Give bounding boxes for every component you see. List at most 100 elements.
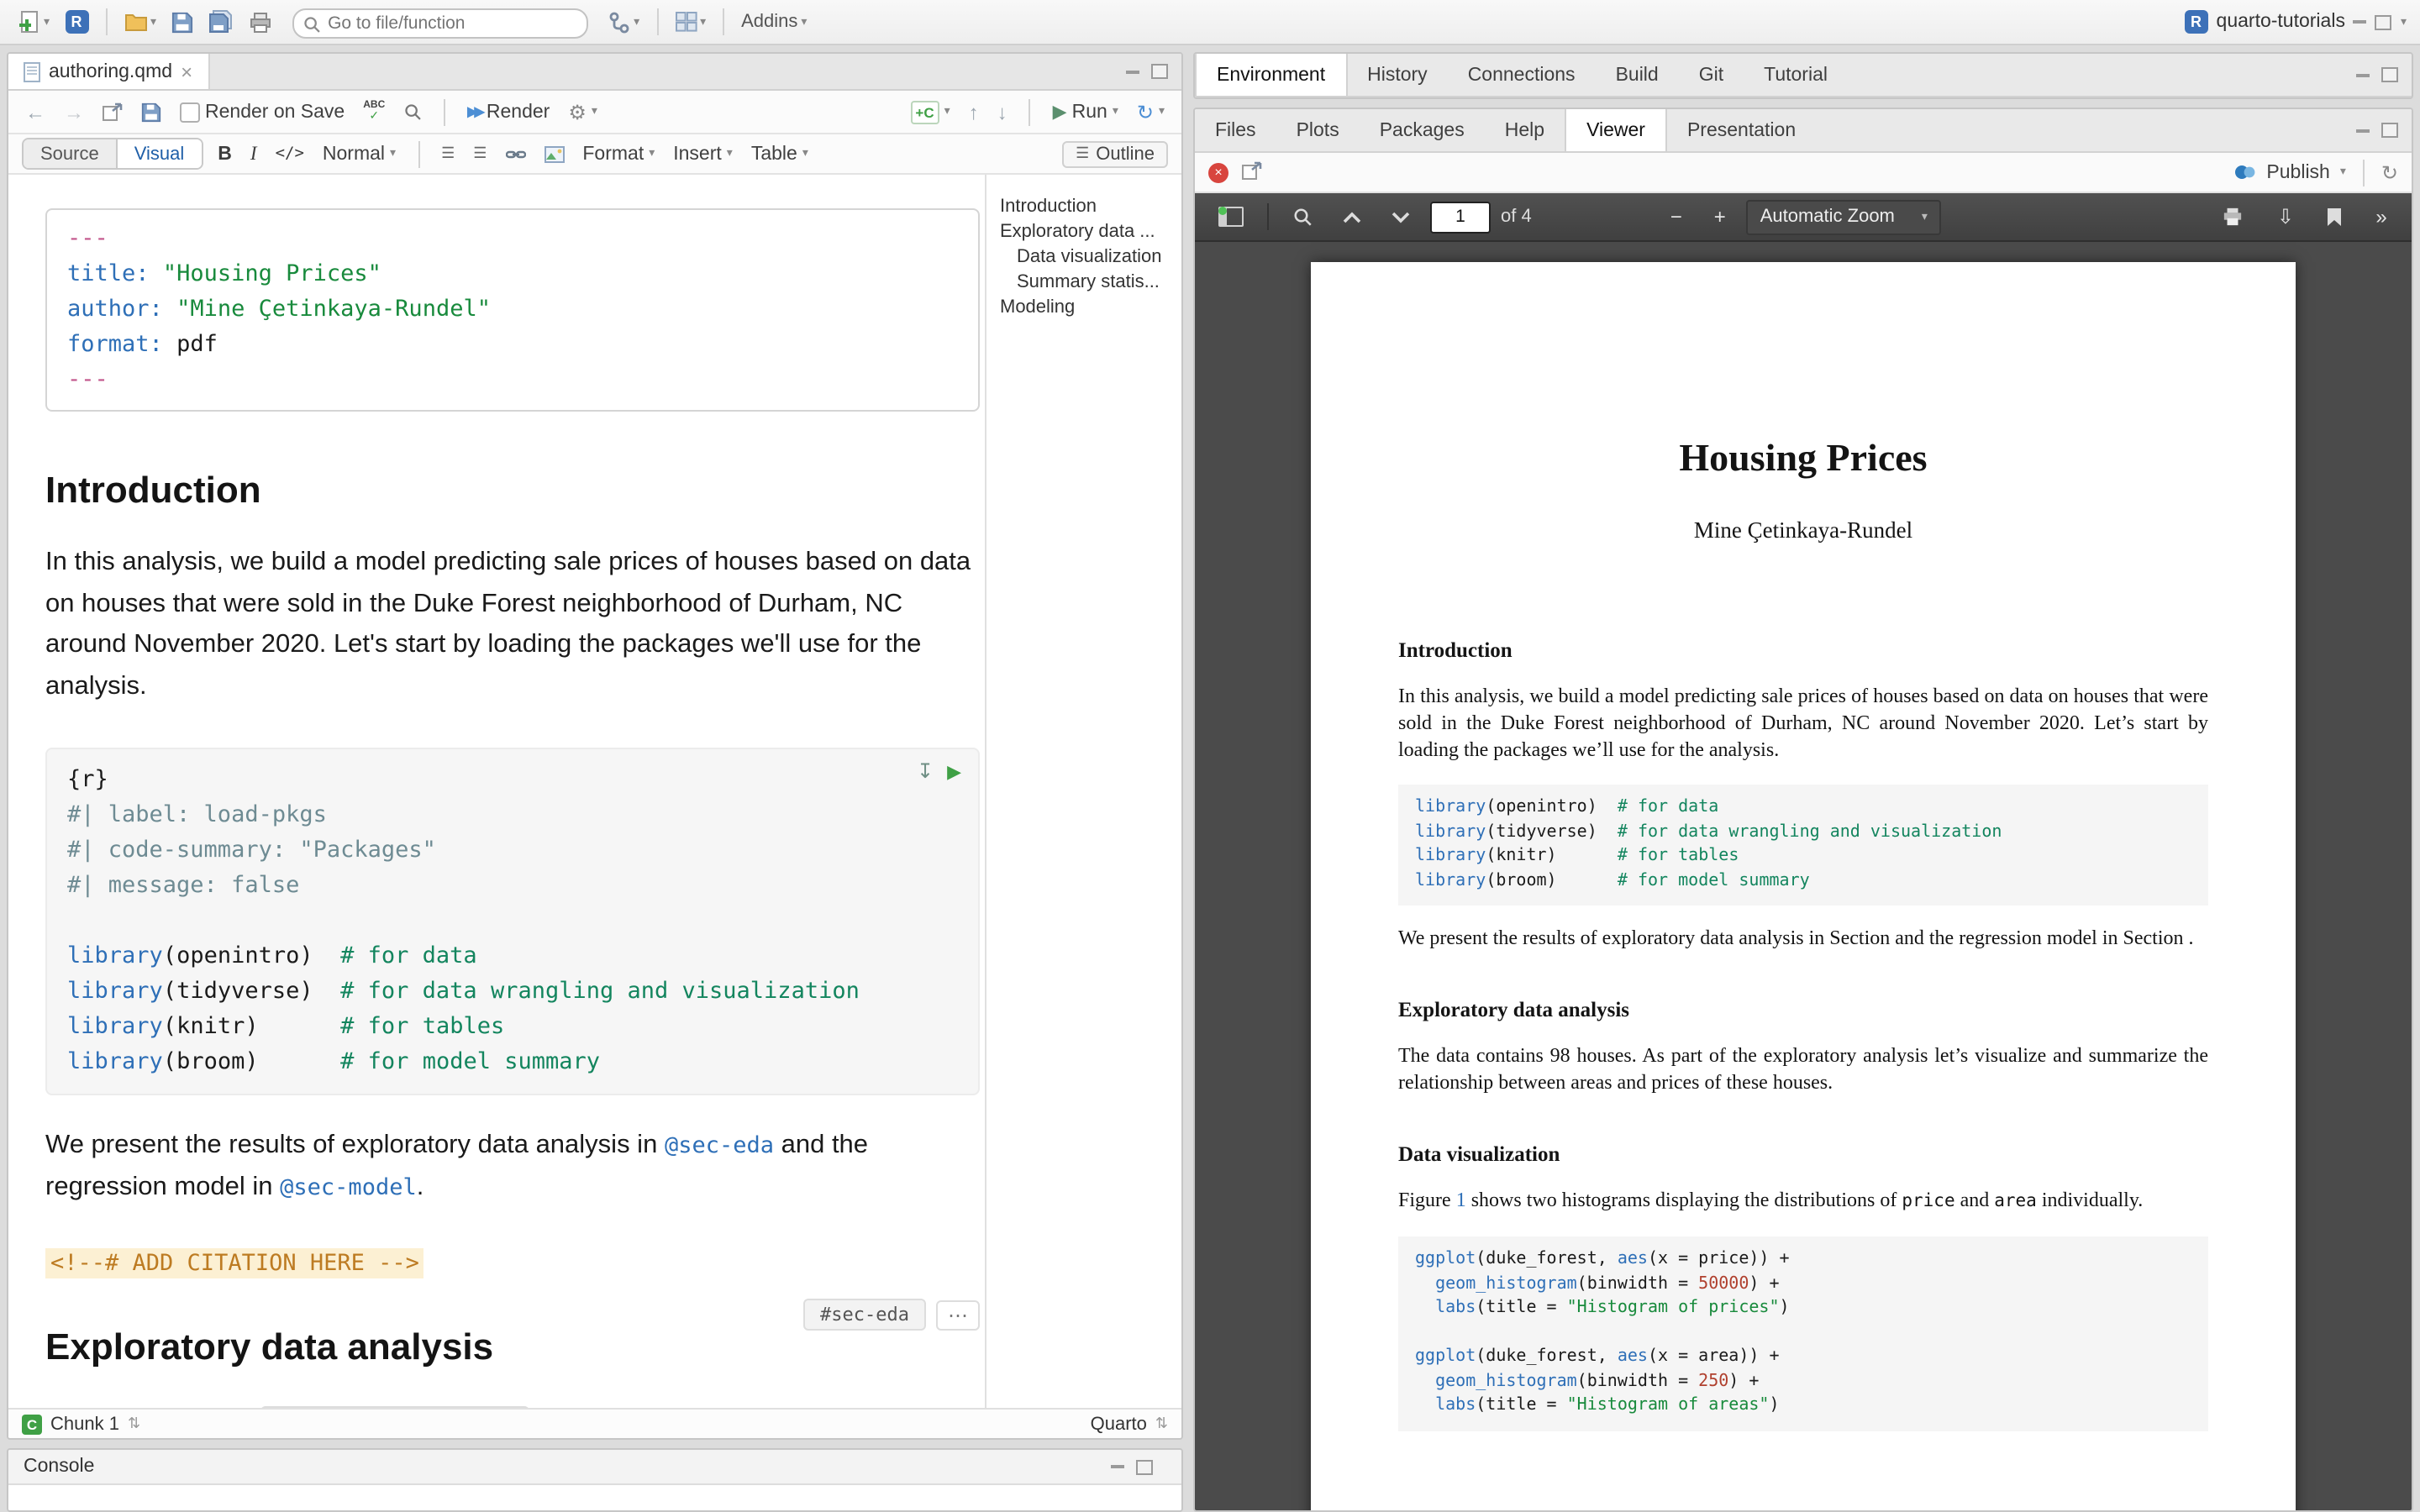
- run-chunk-icon[interactable]: ▶: [947, 760, 961, 782]
- document-mode-selector[interactable]: Quarto: [1091, 1414, 1147, 1434]
- chunk-selector[interactable]: Chunk 1: [50, 1414, 119, 1434]
- zoom-in-button[interactable]: +: [1703, 200, 1737, 234]
- yaml-metadata-block[interactable]: --- title: "Housing Prices" author: "Min…: [45, 208, 980, 412]
- run-label: Run: [1072, 102, 1107, 122]
- refresh-viewer-icon[interactable]: ↻: [2381, 160, 2398, 184]
- render-on-save-toggle[interactable]: Render on Save: [176, 95, 348, 129]
- workspace-panes-button[interactable]: ▾: [670, 5, 711, 39]
- outline-item-data-visualization[interactable]: Data visualization: [1000, 245, 1175, 270]
- tab-files[interactable]: Files: [1195, 109, 1276, 151]
- document-editor[interactable]: --- title: "Housing Prices" author: "Min…: [8, 175, 985, 1408]
- tab-presentation[interactable]: Presentation: [1667, 109, 1816, 151]
- pdf-print-button[interactable]: [2212, 200, 2254, 234]
- paragraph-style-dropdown[interactable]: Normal ▾: [319, 137, 399, 171]
- console-body[interactable]: [8, 1485, 1181, 1510]
- image-button[interactable]: [540, 137, 567, 171]
- tab-environment[interactable]: Environment: [1195, 54, 1347, 96]
- checkbox-icon[interactable]: [180, 102, 200, 122]
- link-button[interactable]: [502, 137, 529, 171]
- pdf-download-button[interactable]: ⇩: [2267, 200, 2304, 234]
- pdf-sidebar-toggle[interactable]: [1208, 200, 1254, 234]
- minimize-pane-icon[interactable]: [2356, 129, 2370, 132]
- outline-toggle-button[interactable]: ☰ Outline: [1062, 140, 1168, 167]
- tab-build[interactable]: Build: [1596, 54, 1679, 96]
- back-button[interactable]: ←: [22, 95, 49, 129]
- find-replace-button[interactable]: [400, 95, 425, 129]
- chunk-indicator-icon: C: [22, 1414, 42, 1434]
- visual-mode-button[interactable]: Visual: [116, 139, 202, 168]
- zoom-level-select[interactable]: Automatic Zoom ▾: [1747, 199, 1941, 234]
- insert-menu[interactable]: Insert ▾: [670, 137, 736, 171]
- html-comment-citation[interactable]: <!--# ADD CITATION HERE -->: [45, 1248, 424, 1278]
- numbered-list-button[interactable]: ☰: [470, 137, 490, 171]
- open-file-button[interactable]: ▾: [118, 5, 161, 39]
- minimize-pane-icon[interactable]: [1126, 70, 1139, 73]
- forward-button[interactable]: →: [60, 95, 87, 129]
- caret-icon: ▾: [2340, 166, 2346, 178]
- pdf-bookmark-button[interactable]: [2317, 200, 2351, 234]
- addins-menu[interactable]: Addins ▾: [736, 5, 812, 39]
- outline-item-modeling[interactable]: Modeling: [1000, 296, 1175, 321]
- goto-file-input[interactable]: [292, 8, 588, 38]
- run-all-above-icon[interactable]: ↧: [917, 759, 934, 783]
- tab-authoring-qmd[interactable]: authoring.qmd ×: [8, 54, 209, 89]
- tab-git[interactable]: Git: [1679, 54, 1744, 96]
- tab-history[interactable]: History: [1347, 54, 1448, 96]
- pdf-next-page-button[interactable]: [1381, 200, 1420, 234]
- tab-plots[interactable]: Plots: [1276, 109, 1360, 151]
- code-format-button[interactable]: </>: [272, 137, 308, 171]
- minimize-pane-icon[interactable]: [2356, 73, 2370, 76]
- table-menu[interactable]: Table ▾: [748, 137, 812, 171]
- italic-button[interactable]: I: [247, 137, 260, 171]
- pdf-page-input[interactable]: [1430, 201, 1491, 233]
- save-document-button[interactable]: [138, 95, 165, 129]
- pdf-viewer-area[interactable]: Housing Prices Mine Çetinkaya-Rundel Int…: [1195, 242, 2412, 1510]
- tab-help[interactable]: Help: [1485, 109, 1565, 151]
- save-button[interactable]: [166, 5, 198, 39]
- outline-item-eda[interactable]: Exploratory data ...: [1000, 220, 1175, 245]
- maximize-pane-icon[interactable]: [1136, 1459, 1153, 1474]
- maximize-pane-icon[interactable]: [2381, 123, 2398, 138]
- render-options-button[interactable]: ⚙ ▾: [565, 95, 601, 129]
- bold-button[interactable]: B: [214, 137, 235, 171]
- new-project-button[interactable]: R: [60, 5, 93, 39]
- new-file-button[interactable]: ▾: [13, 5, 55, 39]
- maximize-pane-icon[interactable]: [1151, 64, 1168, 79]
- outline-item-summary-statistics[interactable]: Summary statis...: [1000, 270, 1175, 296]
- bullet-list-button[interactable]: ☰: [438, 137, 458, 171]
- publish-button[interactable]: Publish: [2266, 162, 2329, 182]
- run-button[interactable]: ▶ Run ▾: [1050, 95, 1122, 129]
- close-tab-icon[interactable]: ×: [181, 60, 192, 83]
- insert-chunk-button[interactable]: +C ▾: [907, 95, 953, 129]
- project-menu[interactable]: R quarto-tutorials ▾: [2185, 10, 2407, 34]
- go-next-section-button[interactable]: ↓: [994, 95, 1011, 129]
- zoom-out-button[interactable]: −: [1660, 200, 1693, 234]
- format-menu-label: Format: [582, 144, 644, 164]
- tab-packages[interactable]: Packages: [1360, 109, 1485, 151]
- outline-item-introduction[interactable]: Introduction: [1000, 195, 1175, 220]
- version-control-button[interactable]: ▾: [603, 5, 644, 39]
- maximize-pane-icon[interactable]: [2381, 67, 2398, 82]
- minimize-pane-icon[interactable]: [1111, 1465, 1124, 1468]
- code-chunk-load-pkgs[interactable]: ↧ ▶ {r} #| label: load-pkgs #| code-summ…: [45, 748, 980, 1095]
- go-previous-section-button[interactable]: ↑: [965, 95, 982, 129]
- save-icon: [141, 102, 161, 122]
- tab-connections[interactable]: Connections: [1448, 54, 1596, 96]
- print-button[interactable]: [244, 5, 277, 39]
- insert-chunk-icon: +C: [910, 100, 939, 123]
- stop-viewer-icon[interactable]: ×: [1208, 162, 1228, 182]
- source-mode-button[interactable]: Source: [24, 139, 116, 168]
- open-in-new-window-button[interactable]: [99, 95, 126, 129]
- rerun-button[interactable]: ↻ ▾: [1134, 95, 1168, 129]
- pdf-previous-page-button[interactable]: [1333, 200, 1371, 234]
- render-button[interactable]: ▶▶ Render: [464, 95, 553, 129]
- pdf-search-button[interactable]: [1282, 200, 1323, 234]
- tab-tutorial[interactable]: Tutorial: [1744, 54, 1848, 96]
- pdf-more-tools-button[interactable]: »: [2365, 200, 2398, 234]
- format-menu[interactable]: Format ▾: [579, 137, 658, 171]
- save-all-button[interactable]: [203, 5, 239, 39]
- section-menu-button[interactable]: ⋯: [936, 1299, 980, 1330]
- viewer-popout-button[interactable]: [1242, 157, 1262, 187]
- tab-viewer[interactable]: Viewer: [1565, 109, 1667, 151]
- spellcheck-button[interactable]: ABC✓: [360, 95, 388, 129]
